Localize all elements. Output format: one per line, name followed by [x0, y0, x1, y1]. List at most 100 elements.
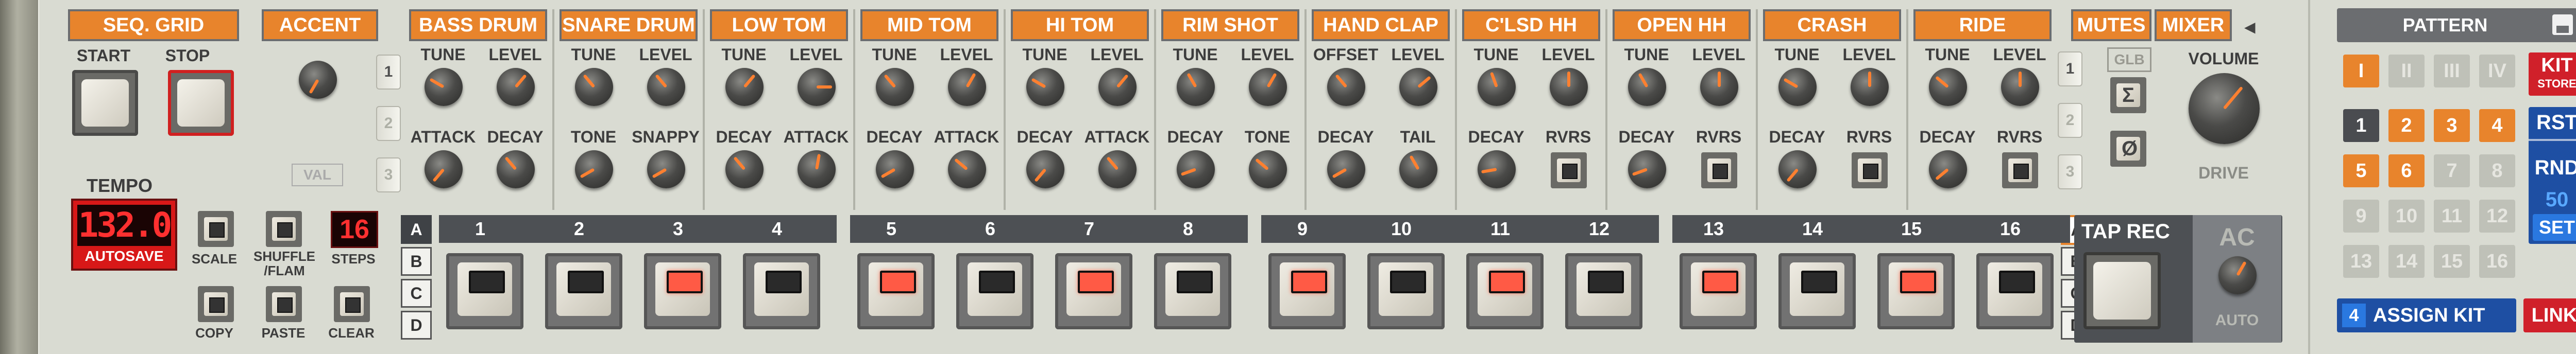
- step-button-7[interactable]: [1055, 253, 1132, 329]
- step-button-11[interactable]: [1466, 253, 1544, 329]
- pattern-number-2[interactable]: 2: [2388, 109, 2425, 142]
- instrument-knob[interactable]: [1026, 150, 1064, 188]
- pattern-number-16[interactable]: 16: [2479, 245, 2515, 278]
- instrument-name-5[interactable]: RIM SHOT: [1161, 9, 1299, 41]
- seq-grid-tab[interactable]: SEQ. GRID: [68, 9, 239, 41]
- instrument-knob[interactable]: [425, 68, 463, 106]
- pattern-number-7[interactable]: 7: [2434, 154, 2470, 187]
- instrument-knob[interactable]: [2001, 68, 2039, 106]
- instrument-name-8[interactable]: OPEN HH: [1613, 9, 1751, 41]
- instrument-name-4[interactable]: HI TOM: [1011, 9, 1149, 41]
- step-button-9[interactable]: [1268, 253, 1346, 329]
- sigma-button[interactable]: Σ: [2110, 77, 2146, 113]
- pattern-bank-iv[interactable]: IV: [2479, 55, 2515, 87]
- instrument-knob[interactable]: [1327, 68, 1365, 106]
- pattern-c-left[interactable]: C: [401, 279, 432, 308]
- step-button-4[interactable]: [743, 253, 820, 329]
- pattern-number-13[interactable]: 13: [2343, 245, 2379, 278]
- instrument-name-6[interactable]: HAND CLAP: [1312, 9, 1450, 41]
- instrument-knob[interactable]: [1778, 68, 1817, 106]
- instrument-knob[interactable]: [1929, 68, 1967, 106]
- stop-button[interactable]: [168, 70, 234, 136]
- instrument-knob[interactable]: [948, 150, 986, 188]
- pattern-bank-iii[interactable]: III: [2434, 55, 2470, 87]
- instrument-knob[interactable]: [798, 150, 836, 188]
- step-button-10[interactable]: [1367, 253, 1445, 329]
- accent-tab[interactable]: ACCENT: [262, 9, 378, 41]
- pattern-number-9[interactable]: 9: [2343, 200, 2379, 233]
- pattern-number-11[interactable]: 11: [2434, 200, 2470, 233]
- shuffle-button[interactable]: [266, 211, 302, 247]
- pattern-number-8[interactable]: 8: [2479, 154, 2515, 187]
- instrument-name-0[interactable]: BASS DRUM: [409, 9, 547, 41]
- scale-button[interactable]: [198, 211, 234, 247]
- pattern-b-left[interactable]: B: [401, 247, 432, 276]
- instrument-knob[interactable]: [575, 68, 613, 106]
- instrument-name-2[interactable]: LOW TOM: [710, 9, 848, 41]
- pattern-number-15[interactable]: 15: [2434, 245, 2470, 278]
- instrument-knob[interactable]: [725, 150, 764, 188]
- instrument-knob[interactable]: [1177, 68, 1215, 106]
- instrument-knob[interactable]: [497, 150, 535, 188]
- pattern-number-10[interactable]: 10: [2388, 200, 2425, 233]
- reverse-button[interactable]: [1701, 152, 1737, 188]
- instrument-name-9[interactable]: CRASH: [1763, 9, 1901, 41]
- instrument-knob[interactable]: [1327, 150, 1365, 188]
- instrument-knob[interactable]: [425, 150, 463, 188]
- step-button-14[interactable]: [1778, 253, 1856, 329]
- tempo-display[interactable]: 132.0 AUTOSAVE: [71, 199, 177, 271]
- pattern-number-1[interactable]: 1: [2343, 109, 2379, 142]
- pattern-number-4[interactable]: 4: [2479, 109, 2515, 142]
- save-icon[interactable]: [2552, 14, 2573, 35]
- pattern-number-12[interactable]: 12: [2479, 200, 2515, 233]
- instrument-knob[interactable]: [798, 68, 836, 106]
- instrument-knob[interactable]: [1478, 150, 1516, 188]
- mixer-bank-2[interactable]: 2: [2058, 103, 2082, 138]
- step-button-13[interactable]: [1680, 253, 1757, 329]
- rnd-button[interactable]: RND: [2529, 156, 2576, 180]
- step-button-12[interactable]: [1565, 253, 1642, 329]
- instrument-knob[interactable]: [1098, 150, 1137, 188]
- paste-button[interactable]: [266, 286, 302, 322]
- volume-knob[interactable]: [2189, 73, 2260, 144]
- assign-kit-button[interactable]: 4 ASSIGN KIT: [2337, 298, 2516, 332]
- instrument-knob[interactable]: [1177, 150, 1215, 188]
- kit-store-button[interactable]: KIT STORE: [2529, 52, 2576, 96]
- instrument-knob[interactable]: [1628, 150, 1666, 188]
- pattern-number-3[interactable]: 3: [2434, 109, 2470, 142]
- instrument-knob[interactable]: [1249, 150, 1287, 188]
- step-button-2[interactable]: [545, 253, 622, 329]
- pattern-bank-ii[interactable]: II: [2388, 55, 2425, 87]
- step-button-3[interactable]: [644, 253, 721, 329]
- pattern-number-5[interactable]: 5: [2343, 154, 2379, 187]
- steps-display[interactable]: 16: [331, 211, 378, 248]
- instrument-name-3[interactable]: MID TOM: [860, 9, 998, 41]
- instrument-knob[interactable]: [1778, 150, 1817, 188]
- pattern-number-14[interactable]: 14: [2388, 245, 2425, 278]
- mutes-tab[interactable]: MUTES: [2071, 9, 2151, 41]
- reverse-button[interactable]: [1551, 152, 1587, 188]
- instrument-knob[interactable]: [876, 68, 914, 106]
- mixer-bank-3[interactable]: 3: [2058, 154, 2082, 189]
- accent-knob[interactable]: [299, 61, 337, 99]
- instrument-knob[interactable]: [1550, 68, 1588, 106]
- instrument-knob[interactable]: [647, 68, 685, 106]
- instrument-knob[interactable]: [647, 150, 685, 188]
- instrument-name-10[interactable]: RIDE: [1913, 9, 2052, 41]
- bank-button-1[interactable]: 1: [376, 55, 401, 90]
- tap-rec-button[interactable]: [2083, 252, 2161, 329]
- bank-button-3[interactable]: 3: [376, 157, 401, 192]
- step-button-6[interactable]: [956, 253, 1033, 329]
- step-button-16[interactable]: [1976, 253, 2054, 329]
- instrument-knob[interactable]: [1929, 150, 1967, 188]
- reverse-button[interactable]: [1852, 152, 1888, 188]
- link-button[interactable]: LINK: [2523, 298, 2576, 332]
- reverse-button[interactable]: [2002, 152, 2038, 188]
- instrument-name-1[interactable]: SNARE DRUM: [560, 9, 698, 41]
- collapse-arrow-icon[interactable]: ◀: [2244, 19, 2256, 36]
- instrument-knob[interactable]: [876, 150, 914, 188]
- step-button-15[interactable]: [1877, 253, 1955, 329]
- mixer-bank-1[interactable]: 1: [2058, 51, 2082, 86]
- pattern-bank-i[interactable]: I: [2343, 55, 2379, 87]
- null-button[interactable]: Ø: [2110, 131, 2146, 167]
